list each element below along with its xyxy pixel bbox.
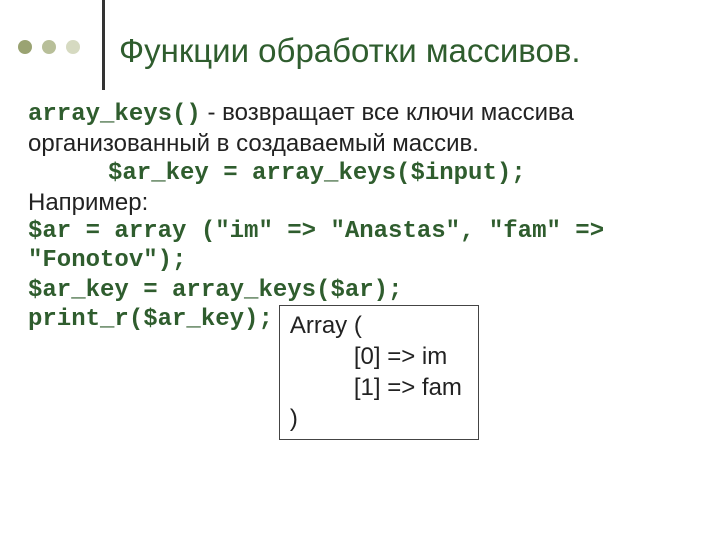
output-row: print_r($ar_key); Array ( [0] => im [1] … bbox=[28, 305, 694, 440]
decorative-bullets bbox=[0, 0, 94, 54]
output-line: [0] => im bbox=[290, 341, 468, 372]
vertical-divider bbox=[102, 0, 105, 90]
slide-body: array_keys() - возвращает все ключи масс… bbox=[0, 90, 720, 440]
output-line: Array ( bbox=[290, 310, 468, 341]
slide-header: Функции обработки массивов. bbox=[0, 0, 720, 90]
slide: Функции обработки массивов. array_keys()… bbox=[0, 0, 720, 540]
output-line: ) bbox=[290, 403, 468, 434]
bullet-icon bbox=[18, 40, 32, 54]
code-line: $ar_key = array_keys($ar); bbox=[28, 276, 694, 305]
description-line: array_keys() - возвращает все ключи масс… bbox=[28, 98, 694, 159]
bullet-icon bbox=[66, 40, 80, 54]
code-fragment: array_keys() bbox=[28, 101, 201, 128]
slide-title: Функции обработки массивов. bbox=[119, 0, 581, 71]
example-label: Например: bbox=[28, 188, 694, 217]
code-line: $ar_key = array_keys($input); bbox=[28, 159, 694, 188]
code-line: $ar = array ("im" => "Anastas", "fam" =>… bbox=[28, 217, 694, 276]
code-line: print_r($ar_key); bbox=[28, 305, 273, 334]
bullet-icon bbox=[42, 40, 56, 54]
output-line: [1] => fam bbox=[290, 372, 468, 403]
output-box: Array ( [0] => im [1] => fam ) bbox=[279, 305, 479, 440]
